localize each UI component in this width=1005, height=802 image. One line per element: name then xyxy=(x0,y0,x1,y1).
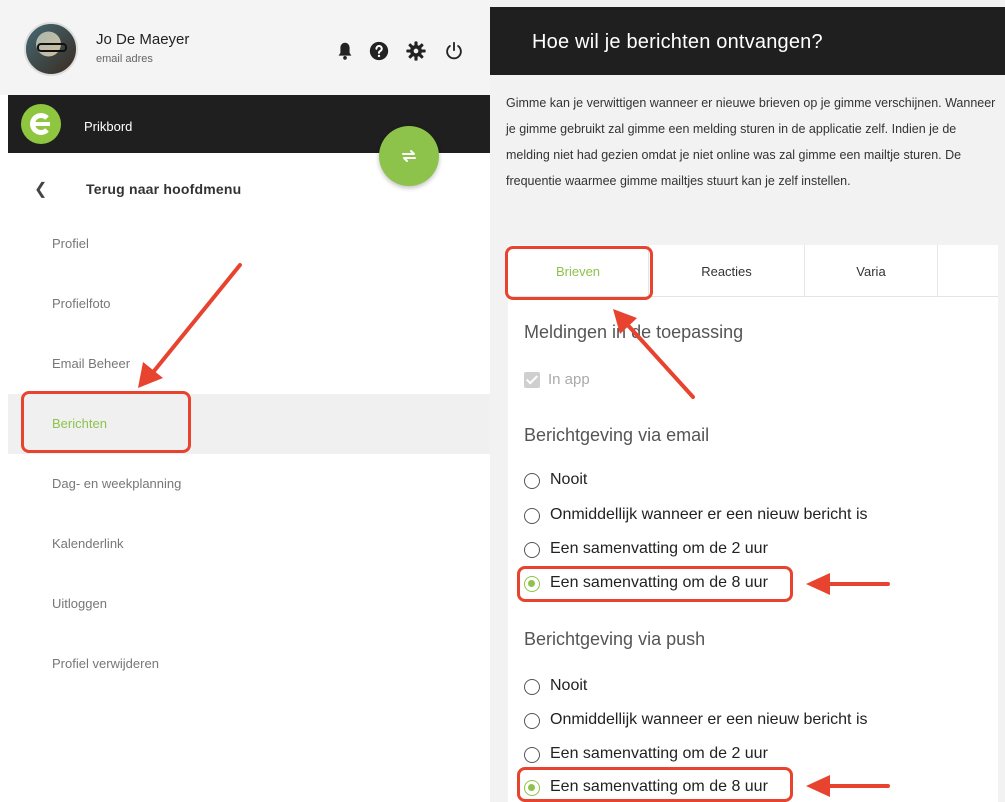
sidebar-item-profielfoto[interactable]: Profielfoto xyxy=(8,274,490,334)
sidebar-item-label: Profiel xyxy=(52,236,89,251)
in-app-checkbox[interactable] xyxy=(524,372,540,388)
radio-label: Nooit xyxy=(550,677,588,694)
sidebar-item-dag-en-weekplanning[interactable]: Dag- en weekplanning xyxy=(8,454,490,514)
brand-name: Prikbord xyxy=(84,119,133,134)
radio-label: Onmiddellijk wanneer er een nieuw berich… xyxy=(550,506,868,523)
in-app-label: In app xyxy=(548,371,590,388)
highlight-berichten xyxy=(21,391,191,453)
tab-divider xyxy=(937,245,938,297)
chevron-left-icon: ❮ xyxy=(34,181,48,198)
panel-title: Hoe wil je berichten ontvangen? xyxy=(532,31,823,53)
sidebar-item-label: Email Beheer xyxy=(52,356,131,371)
back-to-main-menu[interactable]: ❮ Terug naar hoofdmenu xyxy=(34,178,334,202)
swap-icon xyxy=(402,150,416,162)
email-option-2-uur[interactable]: Een samenvatting om de 2 uur xyxy=(524,539,944,561)
swap-button[interactable] xyxy=(379,126,439,186)
user-name: Jo De Maeyer xyxy=(96,31,190,48)
radio-label: Een samenvatting om de 2 uur xyxy=(550,540,768,557)
section-title-push: Berichtgeving via push xyxy=(524,629,706,649)
user-header: Jo De Maeyer email adres xyxy=(0,0,490,95)
tab-varia[interactable]: Varia xyxy=(805,245,937,297)
radio-button[interactable] xyxy=(524,542,540,558)
email-option-nooit[interactable]: Nooit xyxy=(524,470,944,492)
radio-button[interactable] xyxy=(524,508,540,524)
sidebar-item-label: Dag- en weekplanning xyxy=(52,476,182,491)
sidebar-item-uitloggen[interactable]: Uitloggen xyxy=(8,574,490,634)
sidebar-item-label: Uitloggen xyxy=(52,596,107,611)
gimme-logo-icon xyxy=(21,104,61,144)
radio-label: Onmiddellijk wanneer er een nieuw berich… xyxy=(550,711,868,728)
radio-button[interactable] xyxy=(524,679,540,695)
radio-button[interactable] xyxy=(524,747,540,763)
help-icon[interactable] xyxy=(368,40,390,62)
tab-reacties[interactable]: Reacties xyxy=(649,245,804,297)
sidebar-item-profiel[interactable]: Profiel xyxy=(8,214,490,274)
sidebar-item-label: Profielfoto xyxy=(52,296,111,311)
highlight-email-8-uur xyxy=(517,566,793,602)
sidebar-item-label: Kalenderlink xyxy=(52,536,124,551)
highlight-push-8-uur xyxy=(517,767,793,802)
push-option-nooit[interactable]: Nooit xyxy=(524,676,944,698)
radio-label: Nooit xyxy=(550,471,588,488)
back-label: Terug naar hoofdmenu xyxy=(86,181,242,197)
highlight-brieven-tab xyxy=(505,246,653,300)
section-title-app: Meldingen in de toepassing xyxy=(524,322,744,342)
bell-icon[interactable] xyxy=(334,40,356,62)
sidebar-item-kalenderlink[interactable]: Kalenderlink xyxy=(8,514,490,574)
radio-label: Een samenvatting om de 2 uur xyxy=(550,745,768,762)
push-option-onmiddellijk[interactable]: Onmiddellijk wanneer er een nieuw berich… xyxy=(524,710,944,732)
radio-button[interactable] xyxy=(524,713,540,729)
section-title-email: Berichtgeving via email xyxy=(524,425,710,445)
email-option-onmiddellijk[interactable]: Onmiddellijk wanneer er een nieuw berich… xyxy=(524,505,944,527)
intro-text: Gimme kan je verwittigen wanneer er nieu… xyxy=(506,96,996,188)
sidebar-item-label: Profiel verwijderen xyxy=(52,656,159,671)
panel-header: Hoe wil je berichten ontvangen? xyxy=(490,7,1005,75)
notification-settings-panel: Hoe wil je berichten ontvangen? Gimme ka… xyxy=(490,0,1005,802)
push-option-2-uur[interactable]: Een samenvatting om de 2 uur xyxy=(524,744,944,766)
gear-icon[interactable] xyxy=(405,40,427,62)
radio-button[interactable] xyxy=(524,473,540,489)
power-icon[interactable] xyxy=(443,40,465,62)
sidebar-item-profiel-verwijderen[interactable]: Profiel verwijderen xyxy=(8,634,490,694)
avatar[interactable] xyxy=(24,22,78,76)
sidebar-item-email-beheer[interactable]: Email Beheer xyxy=(8,334,490,394)
user-email: email adres xyxy=(96,53,153,65)
